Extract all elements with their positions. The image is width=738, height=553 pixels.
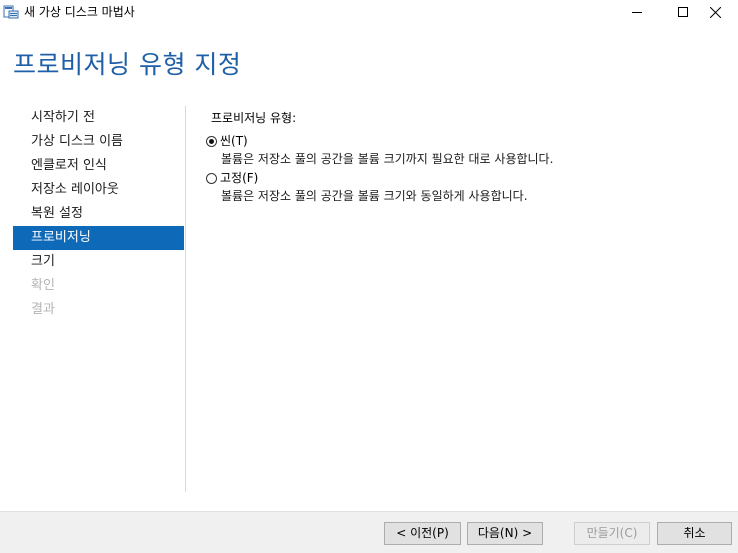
step-size[interactable]: 크기 (13, 250, 184, 274)
radio-thin[interactable]: 씬(T) (206, 132, 248, 150)
prev-button[interactable]: < 이전(P) (384, 522, 461, 545)
close-button[interactable] (692, 0, 738, 24)
title-bar: 새 가상 디스크 마법사 (0, 0, 738, 24)
provisioning-type-label: 프로비저닝 유형: (211, 111, 297, 125)
virtual-disk-icon (3, 5, 19, 19)
radio-fixed-indicator[interactable] (206, 172, 217, 184)
radio-thin-label: 씬(T) (220, 134, 248, 148)
step-results: 결과 (31, 302, 55, 317)
cancel-button[interactable]: 취소 (657, 522, 732, 545)
step-storage-layout[interactable]: 저장소 레이아웃 (13, 178, 184, 202)
step-provisioning[interactable]: 프로비저닝 (13, 226, 184, 250)
radio-thin-indicator[interactable] (206, 135, 217, 147)
step-enclosure-awareness[interactable]: 엔클로저 인식 (13, 154, 184, 178)
step-before-you-begin[interactable]: 시작하기 전 (13, 106, 184, 130)
minimize-button[interactable] (614, 0, 660, 24)
page-title: 프로비저닝 유형 지정 (13, 50, 242, 79)
window-title: 새 가상 디스크 마법사 (24, 5, 135, 19)
radio-fixed[interactable]: 고정(F) (206, 169, 258, 187)
step-resiliency-settings[interactable]: 복원 설정 (13, 202, 184, 226)
divider (185, 106, 186, 492)
minimize-icon (632, 12, 642, 13)
step-confirmation: 확인 (31, 278, 55, 293)
radio-fixed-label: 고정(F) (220, 171, 259, 185)
step-virtual-disk-name[interactable]: 가상 디스크 이름 (13, 130, 184, 154)
wizard-steps: 시작하기 전 가상 디스크 이름 엔클로저 인식 저장소 레이아웃 복원 설정 … (13, 106, 184, 322)
create-button: 만들기(C) (574, 522, 650, 545)
close-icon (709, 6, 721, 18)
radio-fixed-description: 볼륨은 저장소 풀의 공간을 볼륨 크기와 동일하게 사용합니다. (221, 189, 528, 203)
radio-thin-description: 볼륨은 저장소 풀의 공간을 볼륨 크기까지 필요한 대로 사용합니다. (221, 152, 554, 166)
maximize-icon (678, 7, 688, 17)
next-button[interactable]: 다음(N) > (467, 522, 543, 545)
